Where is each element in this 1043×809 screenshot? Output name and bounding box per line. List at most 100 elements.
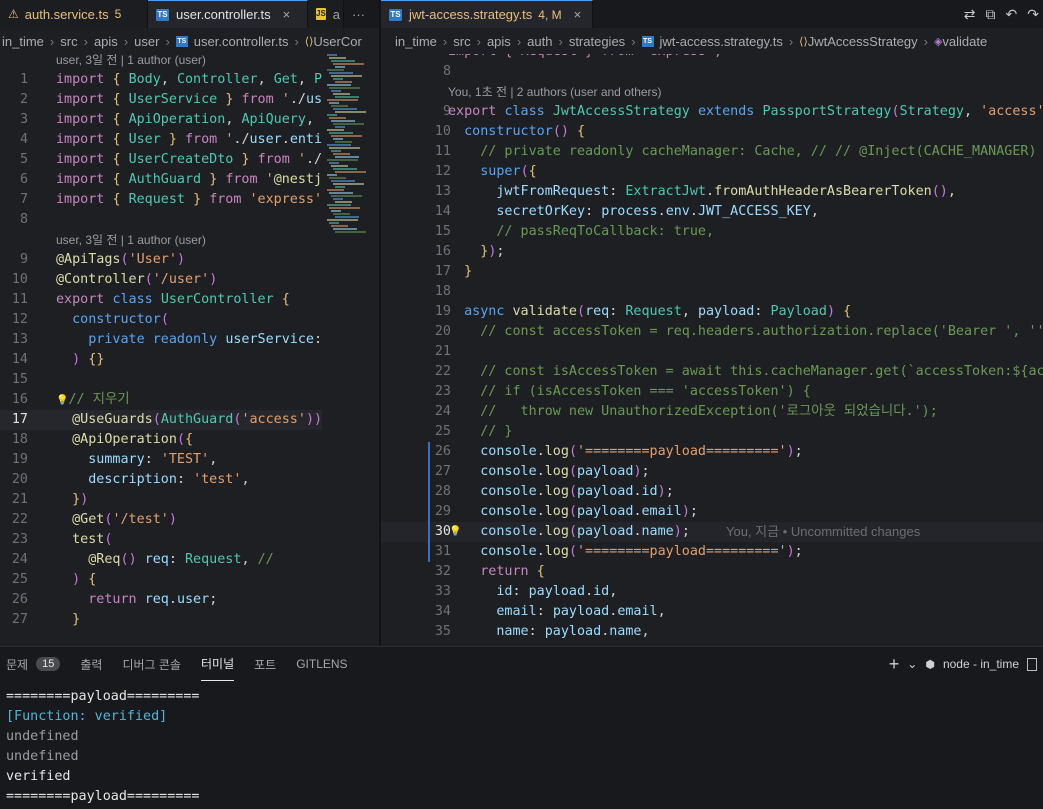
panel-tab[interactable]: 포트 bbox=[254, 647, 276, 681]
code-line[interactable]: 7 import { Request } from 'express'; bbox=[0, 190, 322, 210]
code-line[interactable]: 15 bbox=[0, 370, 322, 390]
tab-js-file[interactable]: JS a bbox=[308, 0, 344, 28]
minimap[interactable] bbox=[327, 54, 372, 234]
codelens-text[interactable]: user, 3일 전 | 1 author (user) bbox=[56, 54, 206, 70]
git-compare-icon[interactable]: ⇄ bbox=[964, 6, 976, 23]
code-line[interactable]: 12 constructor( bbox=[0, 310, 322, 330]
close-icon[interactable]: × bbox=[574, 7, 582, 22]
panel-tab[interactable]: 출력 bbox=[80, 647, 102, 681]
code-line[interactable]: 34 email: payload.email, bbox=[381, 602, 1043, 622]
code-line[interactable]: 11 // private readonly cacheManager: Cac… bbox=[381, 142, 1043, 162]
code-line[interactable]: 15 // passReqToCallback: true, bbox=[381, 222, 1043, 242]
code-line[interactable]: 18 bbox=[381, 282, 1043, 302]
code-line[interactable]: 4 import { User } from './user.entity bbox=[0, 130, 322, 150]
more-actions-button[interactable]: ··· bbox=[344, 0, 380, 28]
breadcrumb-item[interactable]: strategies bbox=[569, 34, 625, 49]
code-line[interactable]: 19 summary: 'TEST', bbox=[0, 450, 322, 470]
code-line[interactable]: 9 @ApiTags('User') bbox=[0, 250, 322, 270]
breadcrumb-item[interactable]: user.controller.ts bbox=[194, 34, 289, 49]
code-line[interactable]: 27 console.log(payload); bbox=[381, 462, 1043, 482]
tab-user-controller[interactable]: TS user.controller.ts × bbox=[148, 0, 308, 28]
breadcrumb-item[interactable]: in_time bbox=[2, 34, 44, 49]
code-line[interactable]: 8 bbox=[381, 62, 1043, 82]
code-line[interactable]: 16 }); bbox=[381, 242, 1043, 262]
breadcrumb-item[interactable]: apis bbox=[487, 34, 511, 49]
code-line[interactable]: 13 private readonly userService: Us bbox=[0, 330, 322, 350]
code-line[interactable]: 10 constructor() { bbox=[381, 122, 1043, 142]
tab-jwt-access-strategy[interactable]: TS jwt-access.strategy.ts 4, M × bbox=[381, 0, 593, 28]
code-line[interactable]: 25 ) { bbox=[0, 570, 322, 590]
source-control-graph-icon[interactable]: ⧉ bbox=[986, 6, 996, 23]
code-line[interactable]: 1 import { Body, Controller, Get, Post bbox=[0, 70, 322, 90]
panel-tab[interactable]: GITLENS bbox=[296, 647, 347, 681]
code-line[interactable]: 21 }) bbox=[0, 490, 322, 510]
code-line[interactable]: 14 secretOrKey: process.env.JWT_ACCESS_K… bbox=[381, 202, 1043, 222]
breadcrumb-item[interactable]: validate bbox=[942, 34, 987, 49]
code-line[interactable]: 23 test( bbox=[0, 530, 322, 550]
right-editor[interactable]: import { Request } from 'express'; 8 You, … bbox=[381, 54, 1043, 646]
code-line[interactable]: 16 💡// 지우기 bbox=[0, 390, 322, 410]
chevron-down-icon[interactable]: ⌄ bbox=[907, 657, 917, 671]
code-line[interactable]: 30 console.log(payload.name); 💡 You, 지금 • … bbox=[381, 522, 1043, 542]
code-line[interactable]: 31 console.log('========payload=========… bbox=[381, 542, 1043, 562]
code-line[interactable]: 17 } bbox=[381, 262, 1043, 282]
code-line[interactable]: 11 export class UserController { bbox=[0, 290, 322, 310]
breadcrumb-item[interactable]: apis bbox=[94, 34, 118, 49]
code-line[interactable]: 21 bbox=[381, 342, 1043, 362]
codelens-text[interactable]: user, 3일 전 | 1 author (user) bbox=[56, 230, 206, 250]
code-line[interactable]: 23 // if (isAccessToken === 'accessToken… bbox=[381, 382, 1043, 402]
code-line[interactable]: 28 console.log(payload.id); bbox=[381, 482, 1043, 502]
code-line[interactable]: 24 // throw new UnauthorizedException('로… bbox=[381, 402, 1043, 422]
code-line[interactable]: 18 @ApiOperation({ bbox=[0, 430, 322, 450]
terminal-output[interactable]: ========payload========= [Function: verif… bbox=[6, 687, 199, 807]
panel-tab[interactable]: 디버그 콘솔 bbox=[122, 647, 181, 681]
code-line[interactable]: 5 import { UserCreateDto } from './use bbox=[0, 150, 322, 170]
code-line[interactable]: 27 } bbox=[0, 610, 322, 630]
code-line[interactable]: 12 super({ bbox=[381, 162, 1043, 182]
code-line[interactable]: 29 console.log(payload.email); bbox=[381, 502, 1043, 522]
code-line[interactable]: 20 // const accessToken = req.headers.au… bbox=[381, 322, 1043, 342]
lightbulb-icon[interactable]: 💡 bbox=[56, 395, 68, 406]
terminal-name[interactable]: node - in_time bbox=[943, 657, 1019, 671]
breadcrumb-item[interactable]: jwt-access.strategy.ts bbox=[660, 34, 783, 49]
code-line[interactable]: 3 import { ApiOperation, ApiQuery, Ap bbox=[0, 110, 322, 130]
code-line[interactable]: 25 // } bbox=[381, 422, 1043, 442]
breadcrumb-item[interactable]: user bbox=[134, 34, 159, 49]
code-line[interactable]: 22 // const isAccessToken = await this.c… bbox=[381, 362, 1043, 382]
codelens-text[interactable]: You, 1초 전 | 2 authors (user and others) bbox=[448, 82, 662, 102]
code-line[interactable]: 8 bbox=[0, 210, 322, 230]
left-editor[interactable]: user, 3일 전 | 1 author (user) 1 import { Bo… bbox=[0, 54, 322, 646]
split-terminal-icon[interactable] bbox=[1027, 657, 1037, 671]
code-line[interactable]: 2 import { UserService } from './user bbox=[0, 90, 322, 110]
code-line[interactable]: 17 @UseGuards(AuthGuard('access')) bbox=[0, 410, 322, 430]
go-back-icon[interactable]: ↶ bbox=[1006, 6, 1018, 23]
code-line[interactable]: 10 @Controller('/user') bbox=[0, 270, 322, 290]
panel-tab[interactable]: 문제 15 bbox=[6, 647, 61, 681]
breadcrumb-item[interactable]: JwtAccessStrategy bbox=[808, 34, 918, 49]
breadcrumb-item[interactable]: src bbox=[453, 34, 470, 49]
go-forward-icon[interactable]: ↷ bbox=[1027, 6, 1039, 23]
tab-auth-service[interactable]: ⚠ auth.service.ts 5 bbox=[0, 0, 148, 28]
code-line[interactable]: 13 jwtFromRequest: ExtractJwt.fromAuthHe… bbox=[381, 182, 1043, 202]
panel-tab[interactable]: 터미널 bbox=[200, 647, 235, 681]
lightbulb-icon[interactable]: 💡 bbox=[449, 522, 461, 542]
code-line[interactable]: 24 @Req() req: Request, // bbox=[0, 550, 322, 570]
breadcrumb-item[interactable]: src bbox=[60, 34, 77, 49]
code-line[interactable]: 22 @Get('/test') bbox=[0, 510, 322, 530]
breadcrumb-item[interactable]: in_time bbox=[395, 34, 437, 49]
breadcrumb-item[interactable]: auth bbox=[527, 34, 552, 49]
breadcrumb-item[interactable]: UserCor bbox=[313, 34, 361, 49]
code-line[interactable]: 26 return req.user; bbox=[0, 590, 322, 610]
close-icon[interactable]: × bbox=[283, 7, 291, 22]
code-line[interactable]: 14 ) {} bbox=[0, 350, 322, 370]
add-terminal-button[interactable]: + bbox=[889, 654, 900, 675]
code-line[interactable]: 20 description: 'test', bbox=[0, 470, 322, 490]
code-line[interactable]: 19 async validate(req: Request, payload:… bbox=[381, 302, 1043, 322]
code-line[interactable]: 9 export class JwtAccessStrategy extends … bbox=[381, 102, 1043, 122]
code-line[interactable]: 32 return { bbox=[381, 562, 1043, 582]
code-line[interactable]: 35 name: payload.name, bbox=[381, 622, 1043, 642]
code-line[interactable]: 33 id: payload.id, bbox=[381, 582, 1043, 602]
code-line[interactable]: 26 console.log('========payload=========… bbox=[381, 442, 1043, 462]
typescript-file-icon: TS bbox=[389, 8, 402, 21]
code-line[interactable]: 6 import { AuthGuard } from '@nestjs/p bbox=[0, 170, 322, 190]
